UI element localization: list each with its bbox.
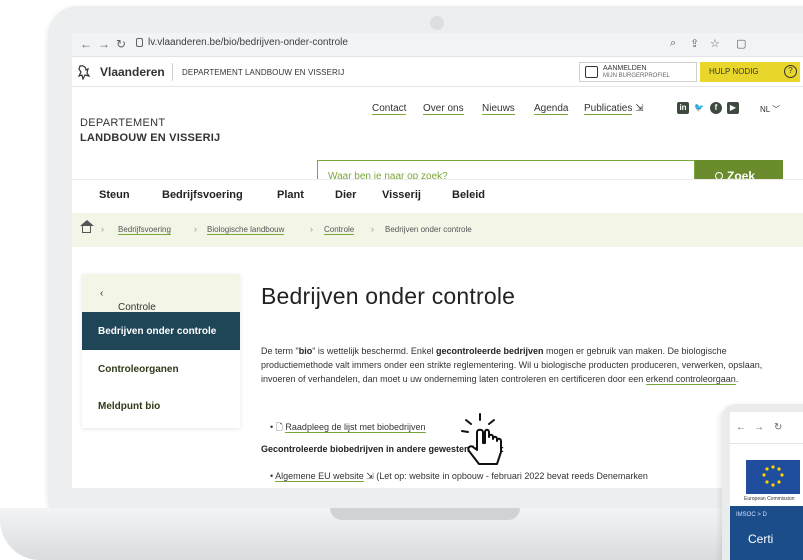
language-selector[interactable]: NL ﹀ (760, 104, 780, 115)
side-menu: ‹ Controle Bedrijven onder controle Cont… (82, 274, 240, 428)
logo-line2[interactable]: LANDBOUW EN VISSERIJ (80, 132, 220, 144)
side-back-label: ‹ Controle (100, 288, 156, 313)
home-icon[interactable] (82, 225, 91, 233)
share-icon[interactable]: ⇪ (690, 37, 699, 50)
phone-eu-header: European Commission (730, 450, 803, 506)
chevron-right-icon: › (371, 224, 374, 234)
external-link-icon: ⇲ (366, 471, 374, 481)
top-link-agenda[interactable]: Agenda (534, 103, 569, 115)
forward-arrow-icon[interactable]: → (754, 422, 764, 433)
back-arrow-icon[interactable]: ← (80, 37, 92, 51)
nav-item-dier[interactable]: Dier (335, 189, 356, 201)
bar-divider (172, 63, 173, 81)
top-link-contact[interactable]: Contact (372, 103, 407, 115)
linkedin-icon[interactable]: in (677, 102, 689, 114)
reload-icon[interactable]: ↻ (116, 37, 126, 51)
nav-item-steun[interactable]: Steun (99, 189, 130, 201)
laptop-notch (330, 508, 520, 520)
phone-breadcrumb[interactable]: IMSOC > D (736, 512, 767, 518)
login-label: AANMELDEN (603, 65, 647, 72)
vlaanderen-lion-icon (77, 65, 91, 80)
page-title: Bedrijven onder controle (261, 283, 516, 309)
nav-item-bedrijfsvoering[interactable]: Bedrijfsvoering (162, 189, 243, 201)
document-icon: 🗋 (275, 422, 283, 432)
login-button[interactable]: AANMELDEN MIJN BURGERPROFIEL (579, 62, 697, 82)
top-link-nieuws[interactable]: Nieuws (482, 103, 515, 115)
bookmark-star-icon[interactable]: ☆ (710, 37, 720, 50)
help-label: HULP NODIG (709, 67, 759, 76)
back-arrow-icon[interactable]: ← (736, 422, 746, 433)
breadcrumb-biologische-landbouw[interactable]: Biologische landbouw (207, 225, 285, 235)
side-item-controleorganen[interactable]: Controleorganen (98, 364, 179, 375)
side-item-meldpunt-bio[interactable]: Meldpunt bio (98, 401, 160, 412)
window-icon[interactable]: ▢ (736, 37, 746, 50)
biobedrijven-list-link[interactable]: Raadpleeg de lijst met biobedrijven (285, 422, 426, 433)
nav-item-beleid[interactable]: Beleid (452, 189, 485, 201)
breadcrumb-current: Bedrijven onder controle (385, 225, 472, 234)
intro-paragraph: De term "bio" is wettelijk beschermd. En… (261, 346, 763, 385)
zoom-icon[interactable]: ⌕ (670, 37, 676, 50)
forward-arrow-icon[interactable]: → (98, 37, 110, 51)
vlaanderen-brand[interactable]: Vlaanderen (100, 65, 165, 79)
phone-mockup: ← → ↻ European Commission IMSOC > D Cert… (722, 404, 803, 560)
nav-item-visserij[interactable]: Visserij (382, 189, 421, 201)
list-item: • Algemene EU website ⇲ (Let op: website… (270, 471, 648, 482)
login-sublabel: MIJN BURGERPROFIEL (603, 73, 671, 79)
lock-icon (136, 38, 143, 47)
breadcrumb-controle[interactable]: Controle (324, 225, 355, 235)
chevron-right-icon: › (101, 224, 104, 234)
phone-heading: Certi (748, 532, 774, 546)
device-mockup: ← → ↻ lv.vlaanderen.be/bio/bedrijven-ond… (0, 0, 803, 560)
breadcrumb: › Bedrijfsvoering › Biologische landbouw… (72, 213, 803, 247)
reload-icon[interactable]: ↻ (774, 422, 782, 433)
logo-line1[interactable]: DEPARTEMENT (80, 117, 165, 129)
laptop-screen: ← → ↻ lv.vlaanderen.be/bio/bedrijven-ond… (72, 33, 803, 488)
main-navigation: Steun Bedrijfsvoering Plant Dier Visseri… (72, 179, 803, 213)
chevron-right-icon: › (194, 224, 197, 234)
phone-blue-banner: IMSOC > D Certi (730, 506, 803, 560)
breadcrumb-bedrijfsvoering[interactable]: Bedrijfsvoering (118, 225, 171, 235)
side-item-active[interactable]: Bedrijven onder controle (82, 312, 240, 350)
department-label[interactable]: DEPARTEMENT LANDBOUW EN VISSERIJ (182, 68, 344, 77)
profile-icon (585, 66, 598, 78)
question-icon: ? (784, 65, 797, 78)
help-button[interactable]: HULP NODIG ? (700, 62, 800, 82)
side-item-active-label: Bedrijven onder controle (98, 326, 217, 337)
browser-toolbar: ← → ↻ lv.vlaanderen.be/bio/bedrijven-ond… (72, 33, 803, 57)
nav-item-plant[interactable]: Plant (277, 189, 304, 201)
facebook-icon[interactable]: f (710, 102, 722, 114)
vlaanderen-bar: Vlaanderen DEPARTEMENT LANDBOUW EN VISSE… (72, 57, 803, 87)
eu-flag-icon (746, 460, 800, 494)
phone-browser-toolbar: ← → ↻ (730, 412, 803, 444)
list-item: • 🗋 Raadpleeg de lijst met biobedrijven (270, 422, 426, 433)
eu-website-link[interactable]: Algemene EU website (275, 471, 364, 482)
eu-commission-label: European Commission (744, 496, 795, 502)
chevron-right-icon: › (310, 224, 313, 234)
top-link-publicaties[interactable]: Publicaties ⇲ (584, 103, 644, 115)
twitter-icon[interactable]: 🐦 (693, 102, 705, 114)
site-header: DEPARTEMENT LANDBOUW EN VISSERIJ Contact… (72, 87, 803, 193)
laptop-camera (430, 16, 444, 30)
address-bar[interactable]: lv.vlaanderen.be/bio/bedrijven-onder-con… (148, 37, 348, 48)
erkend-controleorgaan-link[interactable]: erkend controleorgaan (645, 374, 736, 385)
top-link-over-ons[interactable]: Over ons (423, 103, 464, 115)
hand-pointer-icon (461, 413, 502, 465)
youtube-icon[interactable]: ▶ (727, 102, 739, 114)
side-back-link[interactable]: ‹ Controle (82, 274, 240, 313)
